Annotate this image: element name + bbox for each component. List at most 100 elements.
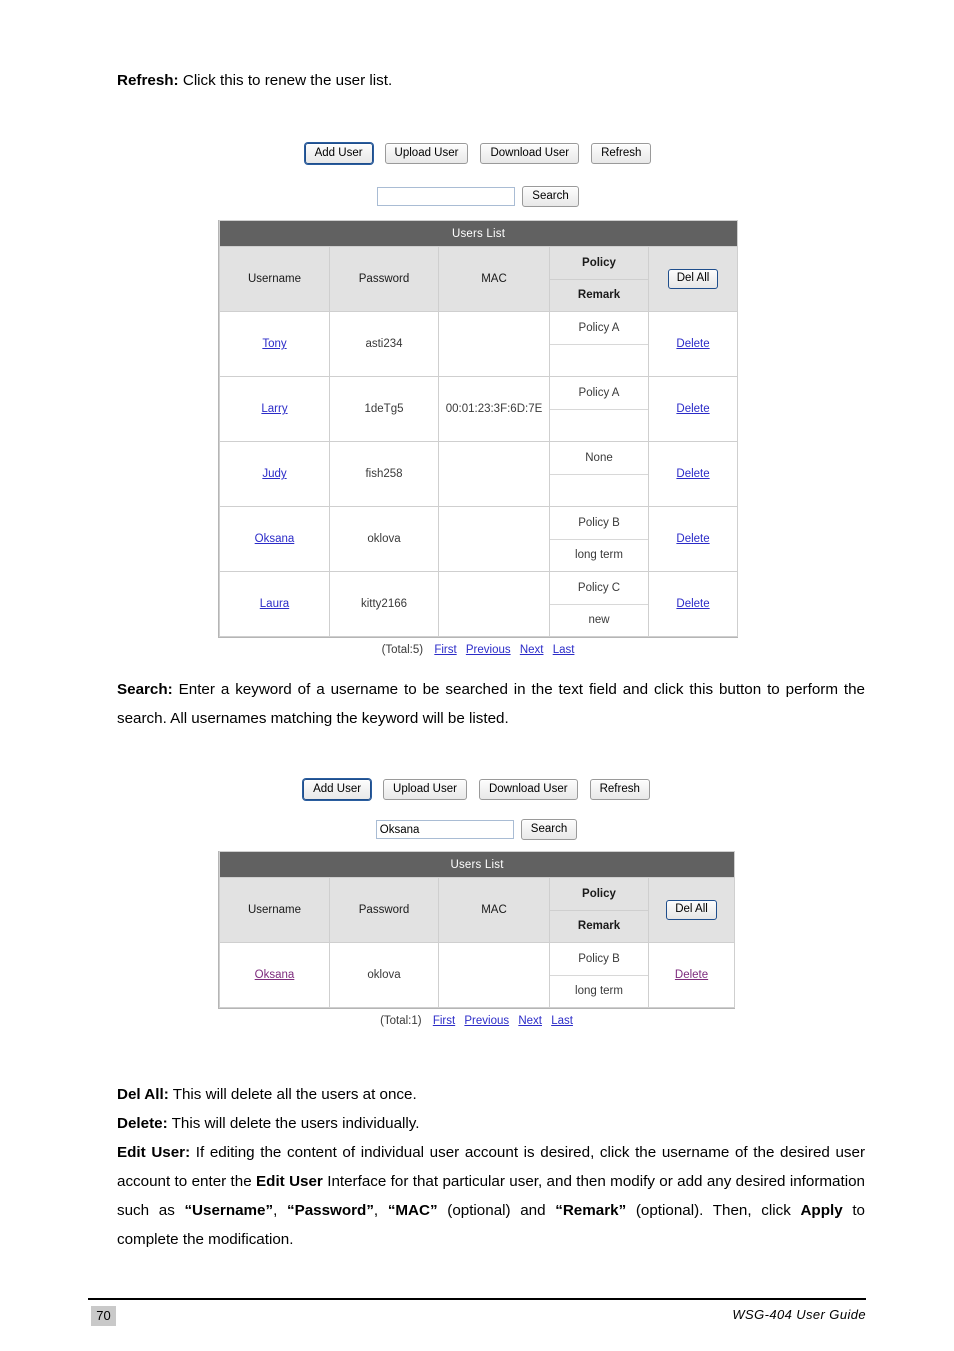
del-all-cell: Del All: [647, 246, 739, 312]
cell-username: Oksana: [219, 506, 330, 572]
cell-delete: Delete: [647, 441, 739, 507]
page-number: 70: [91, 1306, 116, 1326]
table-body-1: Tony asti234 Policy A Delete Larry 1deTg5 00:0…: [219, 311, 739, 637]
cell-remark: [550, 410, 648, 442]
table-row: Judy fish258 None Delete: [219, 441, 739, 507]
edit-bold-1: Edit User: [256, 1173, 323, 1190]
search-row-1: Search: [218, 164, 738, 207]
cell-policy: Policy A: [550, 312, 648, 345]
table-title-row: Users List: [218, 851, 736, 878]
refresh-button[interactable]: Refresh: [591, 143, 652, 164]
cell-policy: Policy B: [550, 507, 648, 540]
paragraph-search: Search: Enter a keyword of a username to…: [117, 675, 865, 733]
delete-link[interactable]: Delete: [676, 338, 709, 350]
table-header-row: Username Password MAC Policy Remark Del …: [219, 877, 736, 943]
table-row: Oksana oklova Policy B long term Delete: [219, 942, 736, 1008]
users-list-table-wrapper-1: Users List Username Password MAC Policy …: [218, 220, 739, 638]
cell-password: oklova: [329, 506, 439, 572]
term-refresh: Refresh:: [117, 72, 179, 89]
column-header-policy: Policy: [550, 878, 648, 911]
column-header-policy: Policy: [550, 247, 648, 280]
cell-policy: Policy A: [550, 377, 648, 410]
upload-user-button[interactable]: Upload User: [383, 779, 467, 800]
column-header-mac: MAC: [438, 246, 550, 312]
del-all-cell: Del All: [647, 877, 736, 943]
delete-link[interactable]: Delete: [676, 468, 709, 480]
cell-password: oklova: [329, 942, 439, 1008]
add-user-button[interactable]: Add User: [304, 143, 373, 164]
pagination-total: (Total:1): [380, 1015, 422, 1027]
cell-delete: Delete: [647, 571, 739, 637]
upload-user-button[interactable]: Upload User: [384, 143, 469, 164]
cell-password: fish258: [329, 441, 439, 507]
edit-text-5: (optional) and: [437, 1202, 556, 1219]
cell-policy-remark: Policy C new: [549, 571, 649, 637]
pagination-next[interactable]: Next: [518, 1015, 542, 1027]
cell-username: Judy: [219, 441, 330, 507]
edit-bold-6: Apply: [800, 1202, 843, 1219]
pagination-last[interactable]: Last: [551, 1015, 573, 1027]
cell-mac: [438, 441, 550, 507]
cell-policy: Policy B: [550, 943, 648, 976]
username-link[interactable]: Oksana: [255, 969, 295, 981]
del-all-button[interactable]: Del All: [666, 900, 717, 920]
edit-text-4: ,: [373, 1202, 388, 1219]
cell-username: Larry: [219, 376, 330, 442]
table-title: Users List: [218, 220, 739, 247]
toolbar-1: Add User Upload User Download User Refre…: [218, 130, 738, 164]
cell-mac: 00:01:23:3F:6D:7E: [438, 376, 550, 442]
cell-delete: Delete: [647, 942, 736, 1008]
search-button[interactable]: Search: [520, 819, 578, 840]
paragraph-delete: Delete: This will delete the users indiv…: [117, 1109, 865, 1138]
pagination-1: (Total:5) First Previous Next Last: [218, 638, 738, 656]
paragraph-refresh: Refresh: Click this to renew the user li…: [117, 66, 865, 95]
table-row: Larry 1deTg5 00:01:23:3F:6D:7E Policy A Dele…: [219, 376, 739, 442]
cell-delete: Delete: [647, 311, 739, 377]
pagination-previous[interactable]: Previous: [466, 644, 511, 656]
search-input[interactable]: [377, 187, 516, 206]
cell-policy: None: [550, 442, 648, 475]
username-link[interactable]: Tony: [262, 338, 286, 350]
edit-bold-5: “Remark”: [555, 1202, 627, 1219]
delete-link[interactable]: Delete: [675, 969, 708, 981]
paragraph-refresh-text: Click this to renew the user list.: [178, 72, 393, 89]
footer-divider: [88, 1298, 866, 1300]
pagination-first[interactable]: First: [433, 1015, 455, 1027]
cell-delete: Delete: [647, 506, 739, 572]
username-link[interactable]: Laura: [260, 598, 289, 610]
download-user-button[interactable]: Download User: [478, 779, 578, 800]
search-input[interactable]: [375, 820, 514, 839]
pagination-first[interactable]: First: [434, 644, 456, 656]
delete-link[interactable]: Delete: [676, 403, 709, 415]
cell-delete: Delete: [647, 376, 739, 442]
column-header-password: Password: [329, 246, 439, 312]
cell-password: 1deTg5: [329, 376, 439, 442]
cell-remark: long term: [575, 985, 623, 998]
table-title-row: Users List: [218, 220, 739, 247]
document-page: Refresh: Click this to renew the user li…: [0, 0, 954, 1351]
edit-bold-2: “Username”: [184, 1202, 274, 1219]
search-button[interactable]: Search: [522, 186, 579, 207]
cell-policy: Policy C: [550, 572, 648, 605]
table-header-row: Username Password MAC Policy Remark Del …: [219, 246, 739, 312]
del-all-button[interactable]: Del All: [667, 269, 719, 289]
edit-bold-3: “Password”: [286, 1202, 374, 1219]
delete-link[interactable]: Delete: [676, 533, 709, 545]
add-user-button[interactable]: Add User: [303, 779, 372, 800]
refresh-button[interactable]: Refresh: [589, 779, 650, 800]
delete-link[interactable]: Delete: [676, 598, 709, 610]
users-list-table-1: Users List Username Password MAC Policy …: [218, 220, 739, 637]
pagination-last[interactable]: Last: [553, 644, 575, 656]
edit-text-3: ,: [273, 1202, 287, 1219]
users-list-table-2: Users List Username Password MAC Policy …: [218, 851, 736, 1008]
table-title: Users List: [218, 851, 736, 878]
edit-bold-4: “MAC”: [387, 1202, 438, 1219]
username-link[interactable]: Oksana: [255, 533, 295, 545]
pagination-previous[interactable]: Previous: [464, 1015, 509, 1027]
users-list-table-wrapper-2: Users List Username Password MAC Policy …: [218, 851, 736, 1009]
username-link[interactable]: Judy: [262, 468, 286, 480]
paragraph-search-text: Enter a keyword of a username to be sear…: [117, 681, 865, 727]
pagination-next[interactable]: Next: [520, 644, 544, 656]
download-user-button[interactable]: Download User: [480, 143, 580, 164]
username-link[interactable]: Larry: [261, 403, 287, 415]
